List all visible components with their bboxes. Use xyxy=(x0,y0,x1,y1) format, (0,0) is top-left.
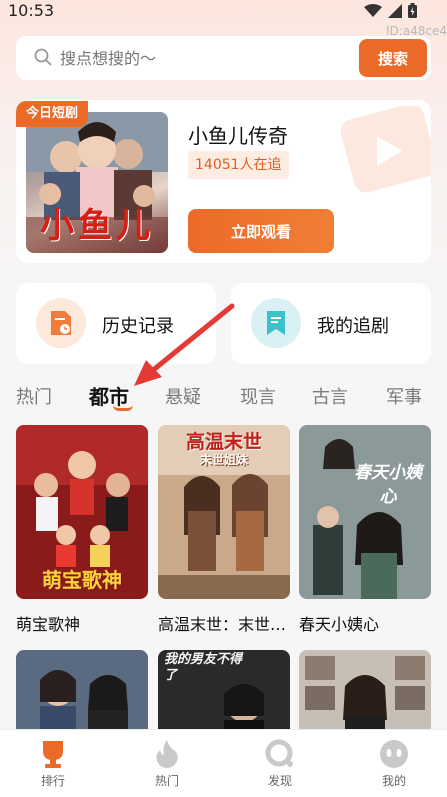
trophy-icon xyxy=(43,741,63,768)
search-button[interactable]: 搜索 xyxy=(359,39,427,77)
play-decoration-icon xyxy=(340,106,431,193)
status-bar: 10:53 xyxy=(0,0,447,24)
drama-title: 萌宝歌神 xyxy=(16,615,81,634)
cover-art-text: 我的男友不得了 xyxy=(164,652,243,683)
watch-count: 14051人在追 xyxy=(188,151,289,179)
cover-art-text: 高温末世 xyxy=(185,431,262,453)
wifi-icon xyxy=(364,3,382,22)
drama-item[interactable]: 春天小姨心 春天小姨心 xyxy=(299,425,431,635)
today-drama-card[interactable]: 今日短剧 小鱼儿 小鱼儿传奇 14051人在追 立即观看 xyxy=(16,100,431,263)
cover-art-subtext: 末世姐妹 xyxy=(199,453,248,467)
tab-ancient-romance[interactable]: 古言 xyxy=(312,383,348,409)
cover-art-text: 萌宝歌神 xyxy=(42,568,122,592)
flame-icon xyxy=(156,740,178,768)
tab-suspense[interactable]: 悬疑 xyxy=(165,383,201,409)
search-icon xyxy=(34,48,52,70)
drama-item[interactable]: 高温末世 末世姐妹 高温末世：末世姐妹 xyxy=(158,425,290,635)
search-input[interactable] xyxy=(60,46,360,70)
active-tab-indicator xyxy=(113,405,133,411)
history-label: 历史记录 xyxy=(102,316,174,337)
drama-cover[interactable]: 萌宝歌神 xyxy=(16,425,148,599)
tab-hot[interactable]: 热门 xyxy=(16,383,52,409)
today-badge: 今日短剧 xyxy=(16,101,89,127)
today-poster[interactable]: 小鱼儿 xyxy=(26,112,168,253)
status-icons xyxy=(364,3,417,22)
nav-label: 热门 xyxy=(154,774,179,788)
nav-discover[interactable]: 发现 xyxy=(240,738,320,789)
cover-art-text: 春天小姨心 xyxy=(354,463,422,507)
nav-label: 我的 xyxy=(381,774,406,788)
drama-cover[interactable]: 春天小姨心 xyxy=(299,425,431,599)
drama-title: 小鱼儿传奇 xyxy=(188,124,288,148)
history-icon xyxy=(36,298,86,348)
tab-modern-romance[interactable]: 现言 xyxy=(240,383,276,409)
history-card[interactable]: 历史记录 xyxy=(16,283,216,364)
nav-mine[interactable]: 我的 xyxy=(354,738,434,789)
tab-military[interactable]: 军事 xyxy=(386,383,422,409)
drama-item[interactable]: 萌宝歌神 萌宝歌神 xyxy=(16,425,148,635)
poster-title-art: 小鱼儿 xyxy=(40,206,154,246)
bottom-nav: 排行 热门 发现 我的 xyxy=(0,729,447,797)
signal-icon xyxy=(388,3,402,22)
discover-icon xyxy=(265,739,293,767)
battery-icon xyxy=(408,3,417,22)
nav-label: 排行 xyxy=(40,774,65,788)
nav-ranking[interactable]: 排行 xyxy=(13,738,93,789)
following-card[interactable]: 我的追剧 xyxy=(231,283,431,364)
drama-cover[interactable]: 高温末世 末世姐妹 xyxy=(158,425,290,599)
status-time: 10:53 xyxy=(8,1,55,20)
bookmark-icon xyxy=(251,298,301,348)
profile-icon xyxy=(380,740,408,768)
category-tabs: 热门 都市 悬疑 现言 古言 军事 xyxy=(0,380,447,414)
search-bar[interactable]: 搜索 xyxy=(16,36,431,80)
drama-title: 高温末世：末世姐妹 xyxy=(158,615,290,634)
watch-now-button[interactable]: 立即观看 xyxy=(188,209,334,253)
nav-hot[interactable]: 热门 xyxy=(127,738,207,789)
nav-label: 发现 xyxy=(267,774,292,788)
drama-title: 春天小姨心 xyxy=(299,615,380,634)
following-label: 我的追剧 xyxy=(317,316,389,337)
